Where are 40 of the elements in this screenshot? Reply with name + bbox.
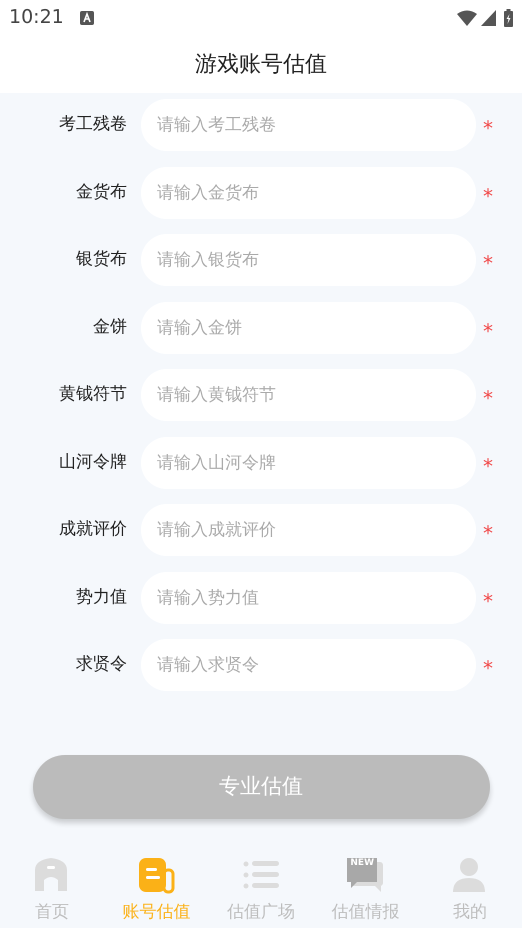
tab-bar-item[interactable]: 估值广场	[208, 842, 314, 928]
field-label: 求贤令	[75, 653, 127, 676]
required-mark: *	[483, 523, 493, 543]
field-label: 考工残卷	[58, 113, 127, 136]
field-label: 山河令牌	[58, 450, 127, 474]
required-mark: *	[483, 320, 493, 340]
signal-icon	[481, 10, 496, 26]
tab-bar-item[interactable]: 我的	[418, 842, 522, 928]
field-label: 势力值	[75, 586, 127, 609]
tab-bar-item[interactable]: 首页	[0, 842, 104, 928]
document-icon	[136, 856, 177, 894]
input-field[interactable]: 请输入金货布	[141, 166, 476, 218]
new-label: NEW	[350, 859, 374, 868]
field-label: 成就评价	[58, 518, 127, 542]
required-mark: *	[483, 590, 493, 610]
field-label: 金货布	[75, 180, 127, 204]
required-mark: *	[483, 118, 493, 138]
page-title: 游戏账号估值	[195, 50, 327, 78]
required-mark: *	[483, 658, 493, 678]
required-mark: *	[483, 253, 493, 273]
input-field[interactable]: 请输入银货布	[141, 234, 476, 286]
tab-bar-item[interactable]: 账号估值	[104, 842, 209, 928]
input-field[interactable]: 请输入求贤令	[141, 639, 476, 691]
notification-icon	[80, 10, 94, 24]
field-label: 银货布	[75, 248, 127, 272]
input-field[interactable]: 请输入考工残卷	[141, 99, 476, 151]
required-mark: *	[483, 388, 493, 408]
wifi-icon	[457, 10, 477, 26]
input-field[interactable]: 请输入黄钺符节	[141, 369, 476, 421]
input-field[interactable]: 请输入势力值	[141, 572, 476, 624]
input-field[interactable]: 请输入成就评价	[141, 504, 476, 556]
status-time: 10:21	[9, 5, 64, 30]
tab-bar-item[interactable]: NEW 估值情报	[313, 842, 418, 928]
field-label: 黄钺符节	[58, 383, 127, 406]
required-mark: *	[483, 186, 493, 206]
required-mark: *	[483, 456, 493, 476]
battery-icon	[504, 8, 513, 26]
input-field[interactable]: 请输入金饼	[141, 302, 476, 354]
input-field[interactable]: 请输入山河令牌	[141, 436, 476, 488]
field-label: 金饼	[92, 316, 127, 339]
